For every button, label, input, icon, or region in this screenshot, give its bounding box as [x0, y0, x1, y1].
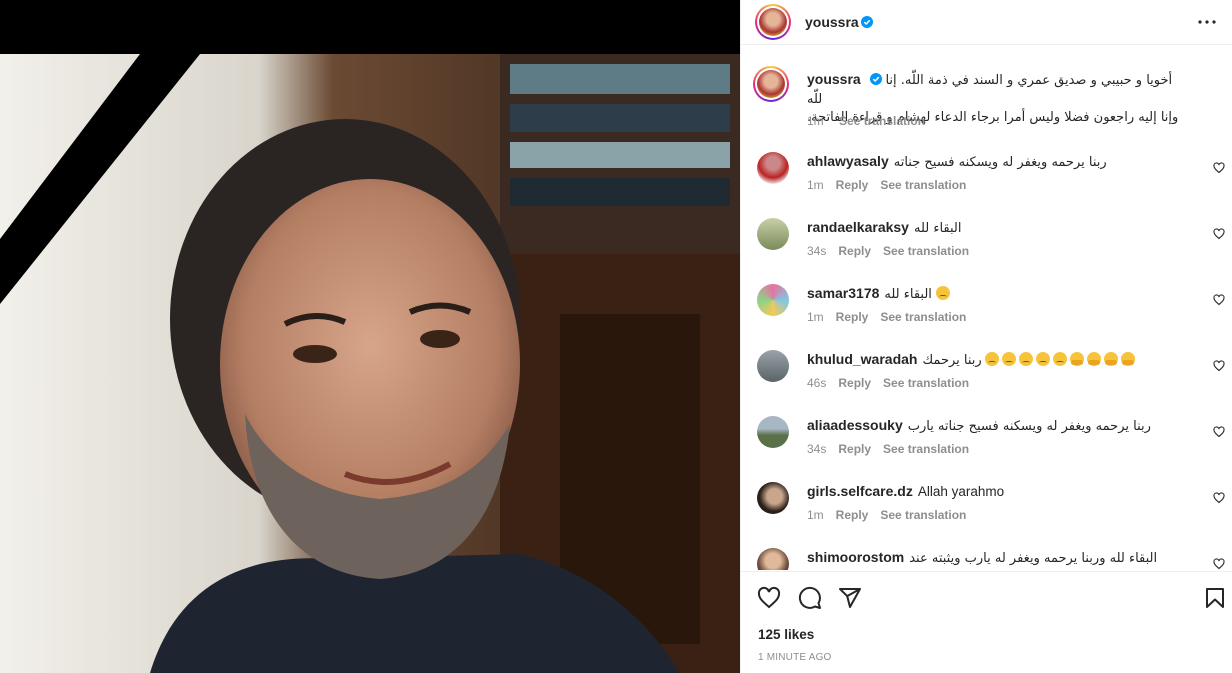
comment-text: البقاء لله — [913, 221, 962, 236]
comment-text: البقاء لله وربنا يرحمه ويغفر له يارب ويث… — [909, 551, 1158, 566]
commenter-avatar[interactable] — [757, 416, 789, 448]
share-icon[interactable] — [838, 586, 862, 610]
comment-time: 1m — [807, 310, 824, 324]
see-translation-button[interactable]: See translation — [883, 244, 969, 258]
comment-text: ربنا يرحمه ويغفر له ويسكنه فسيح جناته — [893, 155, 1107, 170]
author-username[interactable]: youssra — [805, 14, 859, 30]
heart-icon[interactable] — [1213, 360, 1225, 372]
comment-username[interactable]: randaelkaraksy — [807, 219, 909, 235]
caption-line-1: أخويا و حبيبي و صديق عمري و السند في ذمة… — [807, 73, 1173, 107]
commenter-avatar[interactable] — [757, 482, 789, 514]
heart-icon[interactable] — [1213, 492, 1225, 504]
sad-emoji-icon — [1036, 352, 1051, 366]
comment-username[interactable]: khulud_waradah — [807, 351, 917, 367]
hug-emoji-icon — [1070, 352, 1085, 366]
reply-button[interactable]: Reply — [836, 508, 869, 522]
comment-text: ربنا يرحمك — [922, 353, 982, 368]
hug-emoji-icon — [1087, 352, 1102, 366]
sad-emoji-icon — [985, 352, 1000, 366]
comments-list[interactable]: youssra أخويا و حبيبي و صديق عمري و السن… — [741, 56, 1232, 570]
hug-emoji-icon — [1104, 352, 1119, 366]
comment-time: 1m — [807, 178, 824, 192]
author-avatar[interactable] — [755, 4, 791, 40]
verified-icon — [869, 73, 882, 85]
commenter-avatar[interactable] — [757, 284, 789, 316]
see-translation-button[interactable]: See translation — [883, 376, 969, 390]
comment-time: 34s — [807, 442, 827, 456]
reply-button[interactable]: Reply — [838, 244, 871, 258]
comment-time: 1m — [807, 508, 824, 522]
caption-avatar[interactable] — [753, 66, 789, 102]
comment-row: shimoorostom البقاء لله وربنا يرحمه ويغفر… — [741, 544, 1232, 570]
caption-time: 1m — [807, 114, 824, 128]
post-media[interactable] — [0, 0, 740, 673]
bookmark-icon[interactable] — [1203, 586, 1227, 610]
reply-button[interactable]: Reply — [836, 310, 869, 324]
comment-icon[interactable] — [798, 586, 822, 610]
sad-emoji-icon — [1002, 352, 1017, 366]
crying-emoji-icon — [935, 286, 950, 300]
see-translation-button[interactable]: See translation — [880, 508, 966, 522]
comment-time: 34s — [807, 244, 827, 258]
heart-icon[interactable] — [757, 586, 781, 610]
caption-see-translation[interactable]: See translation — [839, 114, 925, 128]
post-photo — [0, 54, 740, 673]
see-translation-button[interactable]: See translation — [880, 310, 966, 324]
heart-icon[interactable] — [1213, 162, 1225, 174]
comment-username[interactable]: shimoorostom — [807, 549, 904, 565]
post-caption: youssra أخويا و حبيبي و صديق عمري و السن… — [741, 66, 1232, 132]
post-header: youssra — [741, 0, 1232, 45]
reply-button[interactable]: Reply — [838, 376, 871, 390]
heart-icon[interactable] — [1213, 426, 1225, 438]
comment-row: ahlawyasaly ربنا يرحمه ويغفر له ويسكنه فس… — [741, 148, 1232, 198]
comment-username[interactable]: samar3178 — [807, 285, 879, 301]
portrait-image — [0, 54, 740, 673]
heart-icon[interactable] — [1213, 228, 1225, 240]
verified-icon — [861, 16, 873, 28]
comment-text: البقاء لله — [884, 287, 932, 302]
post-panel: youssra youssra أخويا و حبيبي و صديق عمر… — [740, 0, 1232, 673]
comment-time: 46s — [807, 376, 827, 390]
comment-text: ربنا يرحمه ويغفر له ويسكنه فسيح جناته يا… — [907, 419, 1151, 434]
heart-icon[interactable] — [1213, 558, 1225, 570]
sad-emoji-icon — [1019, 352, 1034, 366]
comment-row: randaelkaraksy البقاء لله 34s Reply See tra… — [741, 214, 1232, 264]
comment-text: Allah yarahmo — [917, 484, 1005, 499]
see-translation-button[interactable]: See translation — [880, 178, 966, 192]
commenter-avatar[interactable] — [757, 350, 789, 382]
comment-username[interactable]: aliaadessouky — [807, 417, 903, 433]
comment-row: samar3178 البقاء لله 1m Reply See translati… — [741, 280, 1232, 330]
commenter-avatar[interactable] — [757, 218, 789, 250]
comment-row: aliaadessouky ربنا يرحمه ويغفر له ويسكنه … — [741, 412, 1232, 462]
comment-row: khulud_waradah ربنا يرحمك 46s Reply See tra… — [741, 346, 1232, 396]
sad-emoji-icon — [1053, 352, 1068, 366]
more-icon[interactable] — [1195, 10, 1219, 34]
post-timestamp: 1 MINUTE AGO — [758, 652, 832, 663]
heart-icon[interactable] — [1213, 294, 1225, 306]
reply-button[interactable]: Reply — [838, 442, 871, 456]
hug-emoji-icon — [1121, 352, 1136, 366]
post-actions — [741, 571, 1232, 624]
commenter-avatar[interactable] — [757, 548, 789, 570]
comment-username[interactable]: ahlawyasaly — [807, 153, 889, 169]
emoji-row — [985, 352, 1138, 367]
caption-username[interactable]: youssra — [807, 71, 861, 87]
comment-row: girls.selfcare.dz Allah yarahmo 1m Reply Se… — [741, 478, 1232, 528]
likes-count[interactable]: 125 likes — [758, 627, 814, 642]
commenter-avatar[interactable] — [757, 152, 789, 184]
reply-button[interactable]: Reply — [836, 178, 869, 192]
comment-username[interactable]: girls.selfcare.dz — [807, 483, 913, 499]
see-translation-button[interactable]: See translation — [883, 442, 969, 456]
